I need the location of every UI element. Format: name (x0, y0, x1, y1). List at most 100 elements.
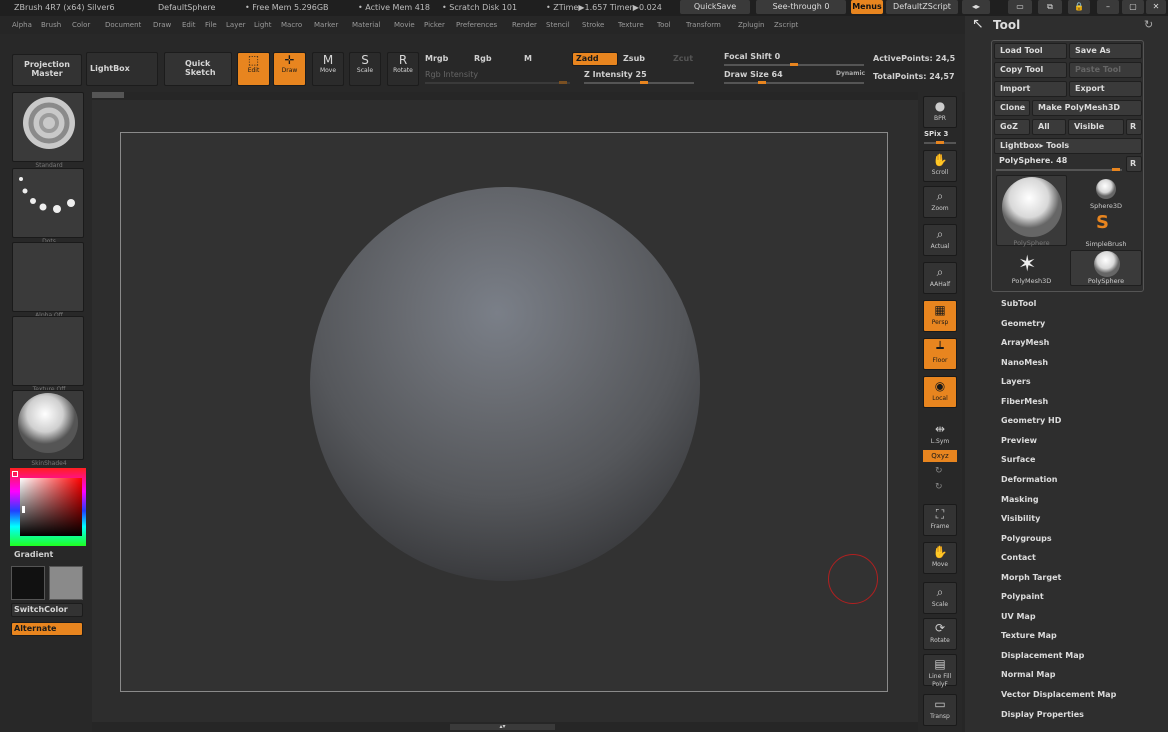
goz-all-button[interactable]: All (1032, 119, 1066, 135)
quicksave-button[interactable]: QuickSave (680, 0, 750, 14)
spix-knob[interactable] (936, 141, 944, 144)
menu-stroke[interactable]: Stroke (582, 16, 604, 34)
tool-section-morph-target[interactable]: Morph Target (1001, 573, 1061, 582)
copy-tool-button[interactable]: Copy Tool (994, 62, 1067, 78)
line-fill-polyf-button[interactable]: ▤ Line Fill PolyF (923, 654, 957, 688)
brush-thumbnail[interactable]: Standard (12, 92, 84, 169)
menu-preferences[interactable]: Preferences (456, 16, 497, 34)
draw-size-knob[interactable] (758, 81, 766, 84)
see-through-slider[interactable]: See-through 0 (756, 0, 846, 14)
menu-edit[interactable]: Edit (182, 16, 196, 34)
projection-master-button[interactable]: Projection Master (12, 54, 82, 86)
dynamic-button[interactable]: Dynamic (836, 70, 865, 77)
mrgb-button[interactable]: Mrgb (425, 54, 448, 63)
bpr-button[interactable]: ● BPR (923, 96, 957, 128)
qxyz-button[interactable]: Qxyz (923, 450, 957, 462)
z-intensity-track[interactable] (584, 81, 694, 84)
tool-section-contact[interactable]: Contact (1001, 553, 1036, 562)
clone-button[interactable]: Clone (994, 100, 1030, 116)
actual-button[interactable]: ⌕ Actual (923, 224, 957, 256)
simplebrush-icon[interactable]: S (1096, 212, 1109, 233)
goz-r-button[interactable]: R (1126, 119, 1142, 135)
menu-layer[interactable]: Layer (226, 16, 246, 34)
tool-section-surface[interactable]: Surface (1001, 455, 1035, 464)
reset-icon[interactable]: ↻ (1144, 18, 1153, 31)
menu-draw[interactable]: Draw (153, 16, 171, 34)
zscript-button[interactable]: DefaultZScript (886, 0, 958, 14)
scroll-handle[interactable] (92, 92, 124, 98)
menu-movie[interactable]: Movie (394, 16, 415, 34)
frame-button[interactable]: ⛶ Frame (923, 504, 957, 536)
hue-marker[interactable] (12, 471, 18, 477)
menu-stencil[interactable]: Stencil (546, 16, 570, 34)
color-marker[interactable] (22, 506, 25, 513)
spix-track[interactable] (924, 141, 956, 144)
tool-section-display-properties[interactable]: Display Properties (1001, 710, 1084, 719)
floor-button[interactable]: ┷ Floor (923, 338, 957, 370)
tool-section-masking[interactable]: Masking (1001, 495, 1039, 504)
rotate-axis-icon[interactable]: ↻ (935, 466, 943, 476)
z-intensity-knob[interactable] (640, 81, 648, 84)
color-picker[interactable] (10, 468, 86, 546)
sphere3d-icon[interactable] (1095, 178, 1117, 204)
move-button[interactable]: ✋ Move (923, 542, 957, 574)
tool-section-displacement-map[interactable]: Displacement Map (1001, 651, 1084, 660)
menu-render[interactable]: Render (512, 16, 537, 34)
texture-thumbnail[interactable]: Texture Off (12, 316, 84, 393)
spix-slider[interactable]: SPix 3 (924, 130, 948, 138)
menu-texture[interactable]: Texture (618, 16, 644, 34)
switch-color-button[interactable]: SwitchColor (11, 603, 83, 617)
menu-light[interactable]: Light (254, 16, 271, 34)
tool-section-polygroups[interactable]: Polygroups (1001, 534, 1052, 543)
current-tool-slider[interactable]: PolySphere. 48 (994, 154, 1124, 170)
scale-button[interactable]: S Scale (349, 52, 381, 86)
tool-section-arraymesh[interactable]: ArrayMesh (1001, 338, 1049, 347)
tool-section-fibermesh[interactable]: FiberMesh (1001, 397, 1048, 406)
menu-macro[interactable]: Macro (281, 16, 302, 34)
rotate-button[interactable]: ⟳ Rotate (923, 618, 957, 650)
transp-button[interactable]: ▭ Transp (923, 694, 957, 726)
close-icon[interactable]: ✕ (1146, 0, 1166, 14)
window-icon[interactable]: ▭ (1008, 0, 1032, 14)
window-tile-icon[interactable]: ⧉ (1038, 0, 1062, 14)
draw-size-track[interactable] (724, 81, 864, 84)
tool-section-deformation[interactable]: Deformation (1001, 475, 1057, 484)
rgb-intensity-slider[interactable]: Rgb Intensity (425, 70, 478, 79)
tool-thumb-polysphere-large[interactable] (996, 175, 1067, 246)
tool-section-geometry-hd[interactable]: Geometry HD (1001, 416, 1061, 425)
goz-button[interactable]: GoZ (994, 119, 1030, 135)
tool-section-preview[interactable]: Preview (1001, 436, 1037, 445)
menu-zscript[interactable]: Zscript (774, 16, 798, 34)
goz-visible-button[interactable]: Visible (1068, 119, 1124, 135)
gradient-label[interactable]: Gradient (14, 550, 53, 559)
tool-section-uv-map[interactable]: UV Map (1001, 612, 1036, 621)
scroll-button[interactable]: ✋ Scroll (923, 150, 957, 182)
tool-palette-title[interactable]: Tool (993, 18, 1020, 32)
maximize-icon[interactable]: ▢ (1122, 0, 1144, 14)
rotate-axis-icon[interactable]: ↻ (935, 482, 943, 492)
menu-brush[interactable]: Brush (41, 16, 61, 34)
zcut-button[interactable]: Zcut (673, 54, 693, 63)
quick-sketch-button[interactable]: Quick Sketch (164, 52, 232, 86)
lightbox-button[interactable]: LightBox (86, 52, 158, 86)
zadd-button[interactable]: Zadd (572, 52, 618, 66)
load-tool-button[interactable]: Load Tool (994, 43, 1067, 59)
menu-color[interactable]: Color (72, 16, 90, 34)
import-button[interactable]: Import (994, 81, 1067, 97)
menu-zplugin[interactable]: Zplugin (738, 16, 764, 34)
primary-color-swatch[interactable] (11, 566, 45, 600)
l-sym-button[interactable]: ⇹ L.Sym (923, 420, 957, 452)
color-field[interactable] (20, 478, 82, 536)
tool-section-texture-map[interactable]: Texture Map (1001, 631, 1057, 640)
tool-section-polypaint[interactable]: Polypaint (1001, 592, 1044, 601)
menu-material[interactable]: Material (352, 16, 380, 34)
rotate-button[interactable]: R Rotate (387, 52, 419, 86)
draw-button[interactable]: ✛ Draw (273, 52, 306, 86)
menu-file[interactable]: File (205, 16, 217, 34)
current-tool-r-button[interactable]: R (1126, 156, 1142, 172)
tool-section-geometry[interactable]: Geometry (1001, 319, 1045, 328)
focal-shift-knob[interactable] (790, 63, 798, 66)
scale-button[interactable]: ⌕ Scale (923, 582, 957, 614)
export-button[interactable]: Export (1069, 81, 1142, 97)
lock-icon[interactable]: 🔒 (1068, 0, 1090, 14)
